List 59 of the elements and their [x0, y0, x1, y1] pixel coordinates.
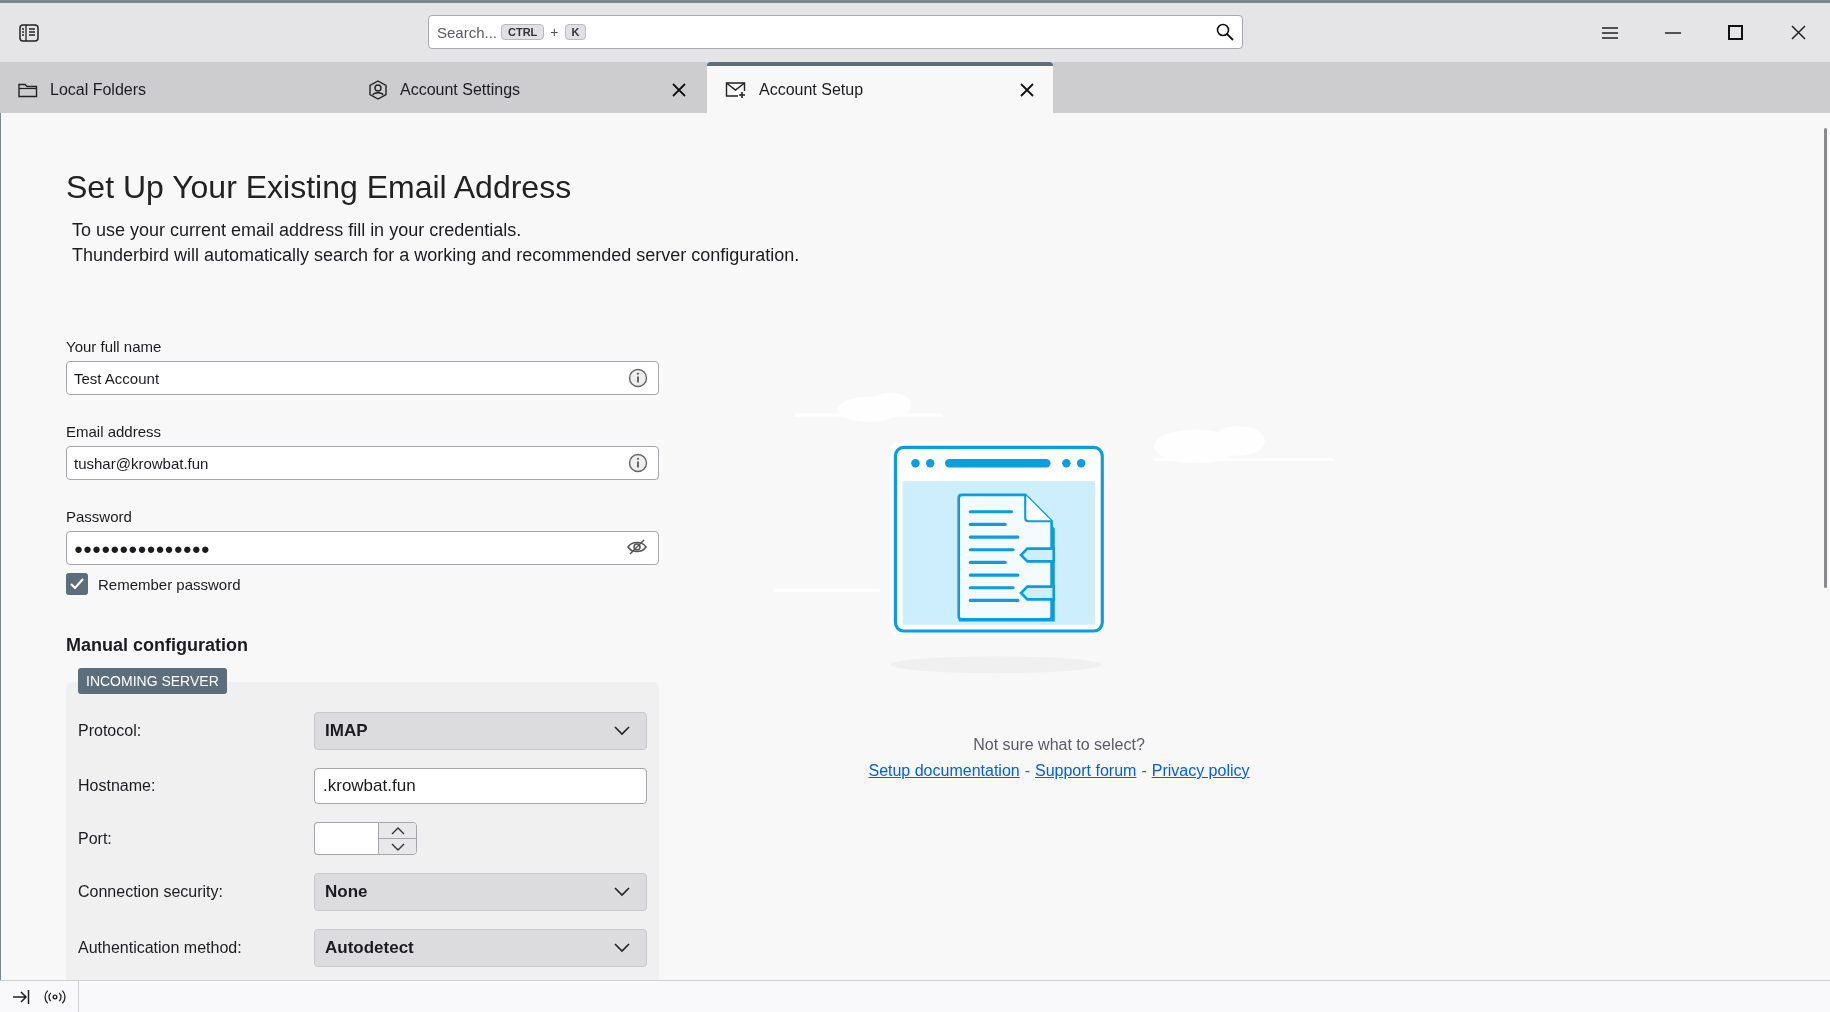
sidebar-icon: [19, 23, 39, 42]
text-field[interactable]: Test Account: [66, 361, 659, 395]
link-separator: -: [1024, 762, 1030, 780]
text-field[interactable]: .krowbat.fun: [314, 768, 647, 804]
link-separator: -: [1141, 762, 1147, 780]
page-title: Set Up Your Existing Email Address: [66, 169, 573, 206]
close-icon: [1791, 25, 1806, 40]
tab[interactable]: Account Settings: [350, 62, 705, 113]
minimize-icon: [1664, 31, 1681, 34]
envelope-plus-icon: [725, 80, 747, 99]
field-label: Your full name: [66, 338, 162, 355]
field-label: Connection security:: [78, 883, 224, 901]
close-icon: [672, 82, 686, 97]
account-icon: [368, 79, 388, 100]
field-label: Email address: [66, 423, 162, 440]
dropdown[interactable]: None: [314, 873, 647, 911]
scrollbar-thumb[interactable]: [1824, 128, 1827, 588]
section-tag: INCOMING SERVER: [78, 668, 227, 694]
field-label: Protocol:: [78, 722, 143, 740]
tab[interactable]: Local Folders: [0, 62, 350, 113]
description-text: Thunderbird will automatically search for a working and recommended server configuration.: [72, 244, 801, 267]
maximize-icon: [1728, 25, 1743, 40]
dropdown[interactable]: Autodetect: [314, 929, 647, 967]
field-label: Hostname:: [78, 777, 157, 795]
arrow-to-line-icon: [12, 989, 30, 1005]
chevron-down-icon: [390, 842, 405, 851]
field-label: Authentication method:: [78, 939, 243, 957]
help-link[interactable]: Support forum: [1035, 762, 1137, 780]
field-label: Port:: [78, 829, 113, 848]
broadcast-icon: [44, 989, 66, 1005]
help-question: Not sure what to select?: [973, 736, 1145, 754]
folder-icon: [18, 81, 38, 98]
key-joiner: +: [550, 24, 559, 40]
close-icon: [1020, 82, 1034, 97]
search-icon[interactable]: [1216, 23, 1234, 41]
number-field[interactable]: [314, 822, 378, 855]
help-link[interactable]: Setup documentation: [868, 762, 1020, 780]
chevron-down-icon: [614, 943, 630, 953]
text-field[interactable]: tushar@krowbat.fun: [66, 446, 659, 480]
key-hint: K: [564, 24, 587, 40]
tab[interactable]: Account Setup: [707, 62, 1053, 113]
checkmark-icon: [70, 578, 84, 590]
chevron-up-icon: [390, 826, 405, 835]
chevron-down-icon: [614, 726, 630, 736]
key-hint: CTRL: [501, 24, 545, 40]
help-link[interactable]: Privacy policy: [1151, 762, 1250, 780]
checkbox-label: Remember password: [98, 575, 241, 593]
field-label: Password: [66, 508, 132, 525]
checkbox[interactable]: [66, 573, 88, 595]
section-heading: Manual configuration: [66, 635, 249, 656]
chevron-down-icon: [614, 887, 630, 897]
description-text: To use your current email address fill in your credentials.: [72, 219, 523, 242]
dropdown[interactable]: IMAP: [314, 712, 647, 750]
info-icon[interactable]: [628, 368, 648, 388]
eye-slash-icon[interactable]: [626, 538, 648, 556]
password-field[interactable]: ●●●●●●●●●●●●●●●: [66, 531, 659, 565]
menu-icon: [1601, 26, 1618, 39]
info-icon[interactable]: [628, 453, 648, 473]
step-up-button[interactable]: [379, 823, 416, 838]
